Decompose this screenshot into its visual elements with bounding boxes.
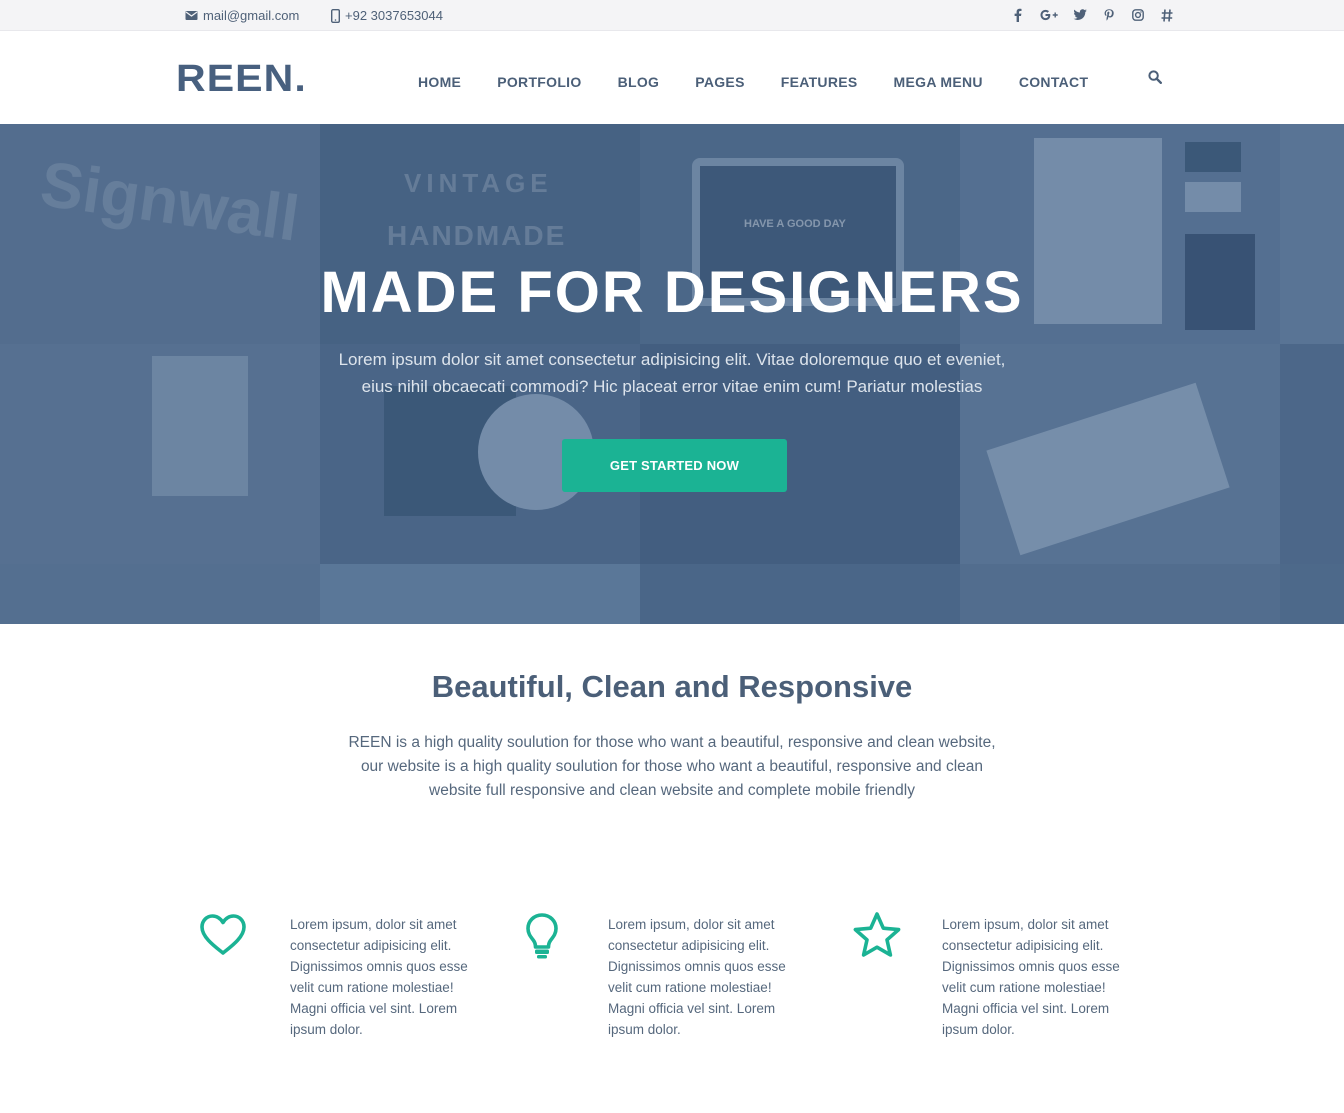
- search-icon[interactable]: [1148, 70, 1164, 86]
- feature-description: Lorem ipsum, dolor sit amet consectetur …: [290, 917, 468, 1037]
- hero-title: MADE FOR DESIGNERS: [320, 260, 1024, 325]
- facebook-icon[interactable]: [1011, 7, 1025, 23]
- star-icon: [852, 911, 902, 964]
- nav-pages[interactable]: PAGES: [695, 74, 744, 90]
- feature-description: Lorem ipsum, dolor sit amet consectetur …: [942, 917, 1120, 1037]
- nav-features[interactable]: FEATURES: [781, 74, 858, 90]
- description-line: our website is a high quality soulution …: [360, 758, 984, 775]
- social-links: [1011, 7, 1174, 23]
- get-started-button[interactable]: GET STARTED NOW: [562, 439, 787, 492]
- instagram-icon[interactable]: [1131, 7, 1145, 23]
- mobile-phone-icon: [331, 8, 340, 23]
- email-text: mail@gmail.com: [203, 8, 300, 23]
- nav-mega-menu[interactable]: MEGA MENU: [894, 74, 983, 90]
- phone-text: +92 3037653044: [345, 8, 443, 23]
- description-line: website full responsive and clean websit…: [429, 782, 915, 799]
- nav-contact[interactable]: CONTACT: [1019, 74, 1089, 90]
- hashtag-icon[interactable]: [1160, 7, 1174, 23]
- google-plus-icon[interactable]: [1040, 7, 1058, 23]
- description-line: REEN is a high quality soulution for tho…: [348, 734, 996, 751]
- hero-subtitle-line: eius nihil obcaecati commodi? Hic placea…: [361, 377, 983, 396]
- phone-contact[interactable]: +92 3037653044: [331, 8, 443, 23]
- main-nav: HOME PORTFOLIO BLOG PAGES FEATURES MEGA …: [418, 74, 1088, 90]
- heart-icon: [199, 913, 247, 962]
- feature-description: Lorem ipsum, dolor sit amet consectetur …: [608, 917, 786, 1037]
- email-contact[interactable]: mail@gmail.com: [185, 8, 299, 23]
- top-bar: mail@gmail.com +92 3037653044: [0, 0, 1344, 31]
- twitter-icon[interactable]: [1073, 7, 1087, 23]
- hero-subtitle-line: Lorem ipsum dolor sit amet consectetur a…: [338, 350, 1006, 369]
- hero-banner: Signwall VINTAGE HANDMADE HAVE A GOOD DA…: [0, 124, 1344, 624]
- section-description: REEN is a high quality soulution for tho…: [322, 731, 1022, 803]
- nav-portfolio[interactable]: PORTFOLIO: [497, 74, 581, 90]
- envelope-icon: [185, 11, 198, 20]
- nav-home[interactable]: HOME: [418, 74, 461, 90]
- site-logo[interactable]: REEN.: [176, 59, 307, 99]
- lightbulb-icon: [524, 912, 560, 965]
- section-title: Beautiful, Clean and Responsive: [431, 669, 913, 704]
- hero-subtitle: Lorem ipsum dolor sit amet consectetur a…: [312, 346, 1032, 400]
- nav-blog[interactable]: BLOG: [618, 74, 660, 90]
- site-header: REEN. HOME PORTFOLIO BLOG PAGES FEATURES…: [0, 31, 1344, 124]
- pinterest-icon[interactable]: [1102, 7, 1116, 23]
